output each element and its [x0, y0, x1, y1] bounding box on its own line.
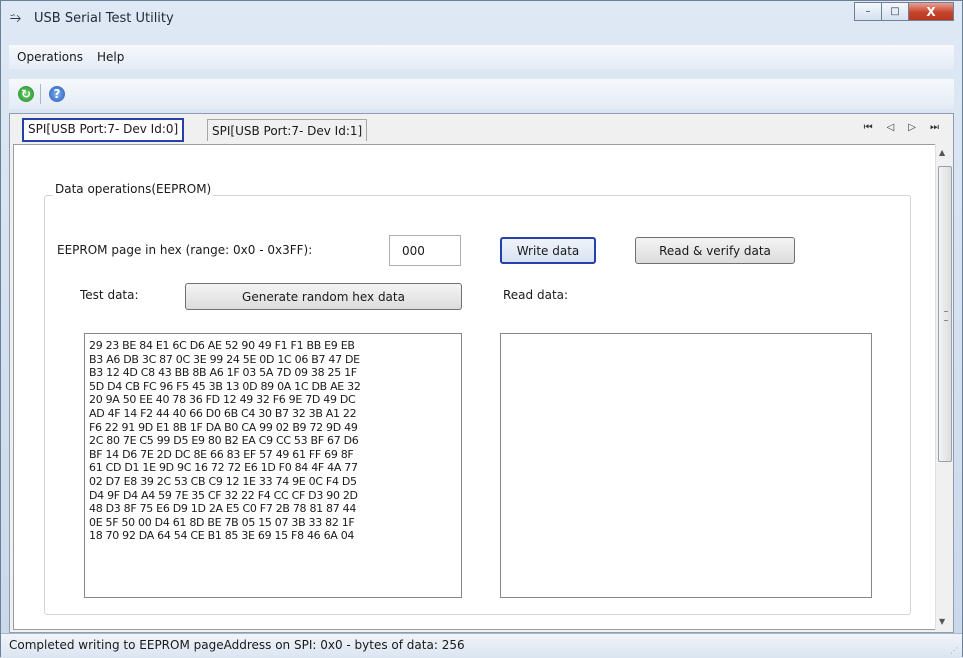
tab-device-1[interactable]: SPI[USB Port:7- Dev Id:1] [207, 119, 368, 141]
toolbar-separator [40, 84, 41, 104]
status-text: Completed writing to EEPROM pageAddress … [9, 638, 465, 652]
title-bar[interactable]: ⭇ USB Serial Test Utility – □ X [1, 1, 962, 37]
test-data-textbox[interactable]: 29 23 BE 84 E1 6C D6 AE 52 90 49 F1 F1 B… [84, 333, 462, 598]
tab-strip: SPI[USB Port:7- Dev Id:0] SPI[USB Port:7… [10, 114, 953, 148]
hex-line: 20 9A 50 EE 40 78 36 FD 12 49 32 F6 9E 7… [89, 393, 356, 407]
page-input[interactable] [389, 235, 461, 266]
close-button[interactable]: X [908, 2, 954, 21]
hex-line: AD 4F 14 F2 44 40 66 D0 6B C4 30 B7 32 3… [89, 406, 357, 420]
hex-line: 18 70 92 DA 64 54 CE B1 85 3E 69 15 F8 4… [89, 529, 355, 543]
menu-operations[interactable]: Operations [17, 50, 83, 64]
main-area: SPI[USB Port:7- Dev Id:0] SPI[USB Port:7… [9, 113, 954, 633]
first-tab-icon[interactable]: ⏮ [864, 122, 873, 133]
status-bar: Completed writing to EEPROM pageAddress … [1, 633, 962, 658]
read-data-content [501, 334, 871, 339]
hex-line: 5D D4 CB FC 96 F5 45 3B 13 0D 89 0A 1C D… [89, 379, 361, 393]
menu-bar: Operations Help [9, 45, 954, 69]
read-verify-button[interactable]: Read & verify data [635, 237, 795, 264]
hex-line: 61 CD D1 1E 9D 9C 16 72 72 E6 1D F0 84 4… [89, 461, 358, 475]
window-title: USB Serial Test Utility [34, 11, 174, 26]
resize-grip-icon[interactable]: ⋰ [950, 646, 958, 655]
write-data-button[interactable]: Write data [500, 237, 596, 264]
usb-icon: ⭇ [10, 10, 22, 26]
app-window: ⭇ USB Serial Test Utility – □ X Operatio… [0, 0, 963, 658]
hex-line: BF 14 D6 7E 2D DC 8E 66 83 EF 57 49 61 F… [89, 447, 354, 461]
hex-line: D4 9F D4 A4 59 7E 35 CF 32 22 F4 CC CF D… [89, 488, 358, 502]
tab-device-0[interactable]: SPI[USB Port:7- Dev Id:0] [22, 118, 185, 142]
scroll-grip-icon [944, 311, 948, 321]
window-controls: – □ X [854, 2, 954, 21]
test-data-content: 29 23 BE 84 E1 6C D6 AE 52 90 49 F1 F1 B… [85, 334, 461, 543]
scroll-up-icon[interactable]: ▲ [939, 148, 945, 157]
group-title: Data operations(EEPROM) [53, 182, 214, 196]
tab-panel: Data operations(EEPROM) EEPROM page in h… [13, 144, 950, 630]
prev-tab-icon[interactable]: ◁ [887, 122, 895, 133]
scroll-thumb[interactable] [938, 166, 952, 462]
hex-line: 48 D3 8F 75 E6 D9 1D 2A E5 C0 F7 2B 78 8… [89, 502, 357, 516]
maximize-button[interactable]: □ [881, 2, 909, 21]
toolbar: ↻ ? [9, 79, 954, 109]
hex-line: 2C 80 7E C5 99 D5 E9 80 B2 EA C9 CC 53 B… [89, 434, 359, 448]
read-data-textbox[interactable] [500, 333, 872, 598]
read-data-label: Read data: [503, 288, 569, 302]
scroll-down-icon[interactable]: ▼ [939, 617, 945, 626]
hex-line: 02 D7 E8 39 2C 53 CB C9 12 1E 33 74 9E 0… [89, 474, 357, 488]
refresh-icon[interactable]: ↻ [18, 86, 34, 102]
vertical-scrollbar[interactable]: ▲ ▼ [935, 144, 953, 630]
tab-navigation: ⏮ ◁ ▷ ⏭ [864, 122, 939, 133]
hex-line: 29 23 BE 84 E1 6C D6 AE 52 90 49 F1 F1 B… [89, 339, 355, 352]
hex-line: B3 A6 DB 3C 87 0C 3E 99 24 5E 0D 1C 06 B… [89, 352, 360, 366]
next-tab-icon[interactable]: ▷ [908, 122, 916, 133]
menu-help[interactable]: Help [97, 50, 124, 64]
hex-line: F6 22 91 9D E1 8B 1F DA B0 CA 99 02 B9 7… [89, 420, 358, 434]
test-data-label: Test data: [80, 288, 139, 302]
last-tab-icon[interactable]: ⏭ [930, 122, 939, 133]
hex-line: 0E 5F 50 00 D4 61 8D BE 7B 05 15 07 3B 3… [89, 515, 355, 529]
hex-line: B3 12 4D C8 43 BB 8B A6 1F 03 5A 7D 09 3… [89, 366, 357, 380]
page-label: EEPROM page in hex (range: 0x0 - 0x3FF): [57, 243, 313, 257]
help-icon[interactable]: ? [49, 86, 65, 102]
generate-random-button[interactable]: Generate random hex data [185, 283, 462, 310]
minimize-button[interactable]: – [854, 2, 882, 21]
